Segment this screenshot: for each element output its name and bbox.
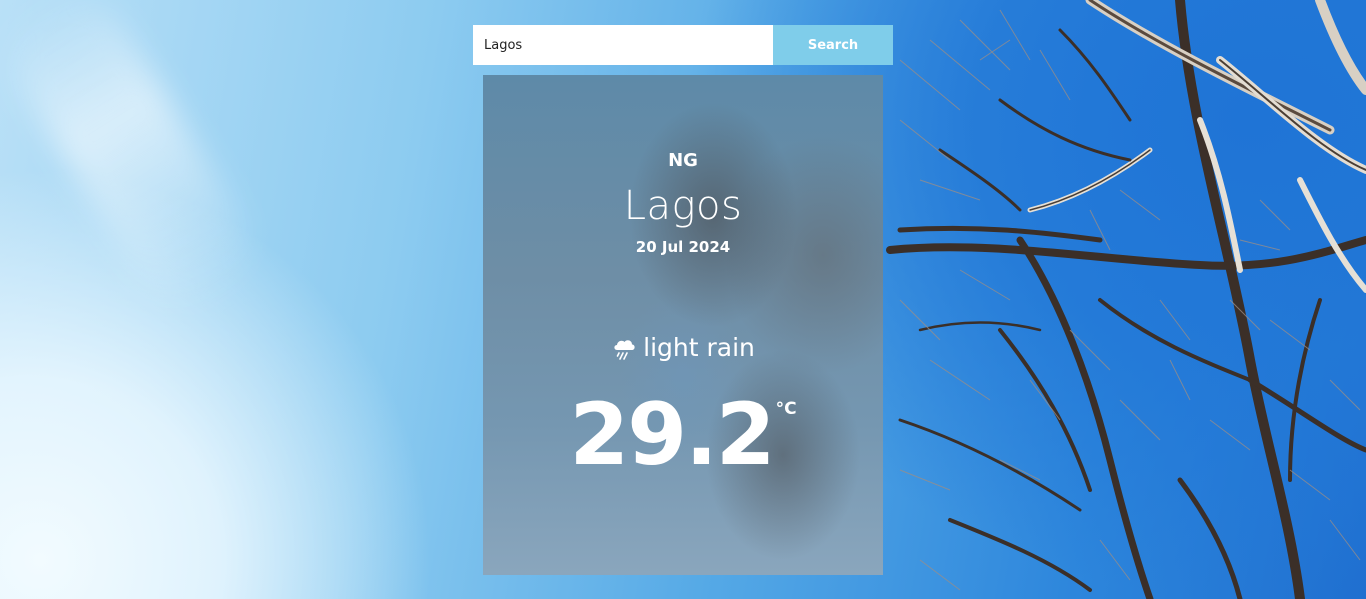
weather-card: NG Lagos 20 Jul 2024 light rain 29.2 °C	[483, 75, 883, 575]
temperature-unit: °C	[775, 399, 797, 419]
weather-card-content: NG Lagos 20 Jul 2024 light rain 29.2 °C	[483, 75, 883, 575]
search-button[interactable]: Search	[773, 25, 893, 65]
city-search-input[interactable]	[473, 25, 773, 65]
weather-date: 20 Jul 2024	[635, 238, 731, 256]
condition-label: light rain	[643, 333, 755, 362]
country-code: NG	[668, 150, 698, 171]
search-bar: Search	[473, 25, 893, 65]
temperature-display: 29.2 °C	[483, 387, 883, 483]
temperature-value: 29.2	[569, 385, 775, 485]
rain-cloud-icon	[611, 335, 637, 361]
city-name: Lagos	[623, 183, 743, 229]
weather-condition: light rain	[483, 333, 883, 362]
